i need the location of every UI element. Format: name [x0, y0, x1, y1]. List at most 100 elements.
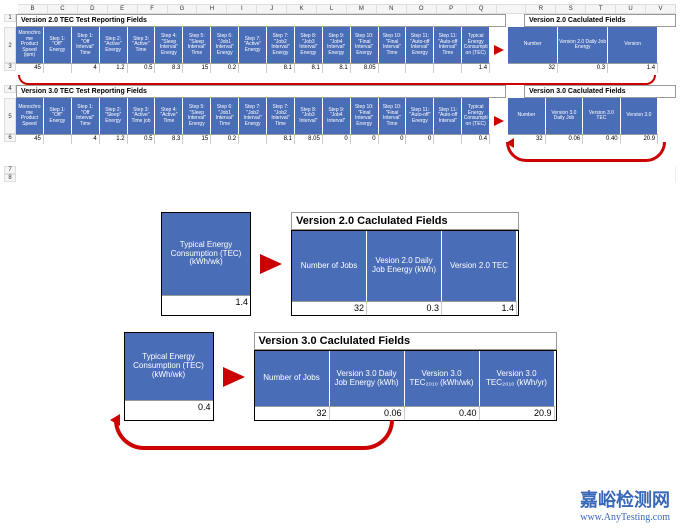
column-header: Step 3: "Active" Time: [128, 27, 156, 63]
cell-value: [434, 63, 462, 73]
column-header: Number: [508, 98, 546, 134]
column-header: Step 10: "Final Interval" Energy: [351, 98, 379, 134]
row-number: 2: [4, 27, 16, 63]
cell-value: 1.4: [608, 63, 658, 73]
cell-value: 0.5: [128, 134, 156, 144]
row-number: 7: [4, 166, 16, 174]
row-number: 5: [4, 98, 16, 134]
cell-value: 32: [508, 63, 558, 73]
v2-tec-value: 1.4: [162, 295, 250, 309]
column-header: Step 4: "Active" Time: [155, 98, 183, 134]
cell-value: 8.05: [351, 63, 379, 73]
v3-tec-label: Typical Energy Consumption (TEC) (kWh/wk…: [125, 333, 213, 400]
v2-calc-table-zoom: Number of JobsVesion 2.0 Daily Job Energ…: [291, 230, 519, 316]
row-number: 6: [4, 134, 16, 142]
cell-value: 1.2: [100, 134, 128, 144]
column-header: Vesion 2.0 Daily Job Energy (kWh): [367, 231, 442, 301]
cell-value: 0: [351, 134, 379, 144]
cell-value: 8.3: [155, 134, 183, 144]
cell-value: 1.2: [100, 63, 128, 73]
cell-value: 15: [183, 134, 211, 144]
v2-calc-title-zoom: Version 2.0 Caclulated Fields: [291, 212, 519, 230]
row-number: 8: [4, 174, 16, 182]
v3-reporting-table: Monochrome Product SpeedStep 1: "Off" En…: [16, 98, 490, 144]
bracket-connector-icon: [18, 75, 656, 85]
cell-value: 0.2: [211, 63, 239, 73]
column-header: Step 7: "Job2 Interval" Time: [267, 98, 295, 134]
column-header: Typical Energy Consumption (TEC): [462, 27, 490, 63]
cell-value: 0.3: [367, 301, 442, 315]
column-header: Step 11: "Auto-off Interval" Energy: [406, 27, 434, 63]
column-header: Step 6: "Job1 Interval" Time: [211, 98, 239, 134]
watermark-en: www.AnyTesting.com: [580, 512, 670, 523]
cell-value: 0: [323, 134, 351, 144]
cell-value: 32: [292, 301, 367, 315]
v2-tec-label: Typical Energy Consumption (TEC) (kWh/wk…: [162, 213, 250, 295]
row-number: 4: [4, 85, 16, 93]
curve-arrow-icon: [114, 420, 394, 450]
cell-value: [379, 63, 407, 73]
arrow-right-icon: [490, 27, 508, 73]
column-header: Typical Energy Consumption (TEC): [462, 98, 490, 134]
column-header: Step 10: "Final Interval" Time: [379, 27, 407, 63]
v2-reporting-table: Monochrome Product Speed (ipm)Step 1: "O…: [16, 27, 490, 73]
cell-value: 0: [379, 134, 407, 144]
column-header: Monochrome Product Speed (ipm): [16, 27, 44, 63]
cell-value: [239, 63, 267, 73]
v2-zoom-section: Typical Energy Consumption (TEC) (kWh/wk…: [4, 212, 676, 316]
cell-value: 32: [255, 406, 330, 420]
v3-tec-box: Typical Energy Consumption (TEC) (kWh/wk…: [124, 332, 214, 421]
v3-calc-title-zoom: Version 3.0 Caclulated Fields: [254, 332, 557, 350]
cell-value: [239, 134, 267, 144]
column-header: Step 2: "Active" Energy: [100, 27, 128, 63]
cell-value: 0.2: [211, 134, 239, 144]
column-header: Step 3: "Active" Time job: [128, 98, 156, 134]
column-header: Step 6: "Job1 Interval" Energy: [211, 27, 239, 63]
column-header: Number of Jobs: [292, 231, 367, 301]
row-number: 3: [4, 63, 16, 71]
v3-calc-table: NumberVersion 3.0 Daily JobVersion 3.0 T…: [508, 98, 676, 144]
column-header: Monochrome Product Speed: [16, 98, 44, 134]
spreadsheet-column-headers: BCDEFGHIJKLMNOPQRSTUV: [18, 4, 676, 14]
cell-value: 8.3: [155, 63, 183, 73]
cell-value: [44, 134, 72, 144]
column-header: Version: [608, 27, 658, 63]
cell-value: [44, 63, 72, 73]
cell-value: 15: [183, 63, 211, 73]
v3-reporting-title: Version 3.0 TEC Test Reporting Fields: [16, 85, 506, 98]
v2-reporting-title: Version 2.0 TEC Test Reporting Fields: [16, 14, 506, 27]
column-header: Version 3.0 Daily Job: [546, 98, 584, 134]
column-header: Step 8: "Job3 Interval": [295, 98, 323, 134]
cell-value: 8.05: [295, 134, 323, 144]
column-header: Step 9: "Job4 Interval": [323, 98, 351, 134]
cell-value: 4: [72, 134, 100, 144]
cell-value: 0.06: [330, 406, 405, 420]
v2-tec-box: Typical Energy Consumption (TEC) (kWh/wk…: [161, 212, 251, 316]
column-header: Step 10: "Final Interval" Time: [379, 98, 407, 134]
cell-value: 20.9: [480, 406, 555, 420]
v3-calc-table-zoom: Number of JobsVersion 3.0 Daily Job Ener…: [254, 350, 557, 421]
column-header: Version 3.0: [621, 98, 659, 134]
column-header: Step 11: "Auto-off Interval": [434, 98, 462, 134]
cell-value: 1.4: [462, 63, 490, 73]
cell-value: 8.1: [267, 63, 295, 73]
column-header: Version 2.0 TEC: [442, 231, 517, 301]
column-header: Step 1: "Off Interval" Time: [72, 98, 100, 134]
cell-value: 0.4: [462, 134, 490, 144]
cell-value: 45: [16, 134, 44, 144]
cell-value: 0.5: [128, 63, 156, 73]
row-number: 1: [4, 14, 16, 22]
cell-value: 8.1: [295, 63, 323, 73]
arrow-right-icon: [251, 212, 291, 316]
column-header: Step 11: "Auto-off Interval" Time: [434, 27, 462, 63]
column-header: Step 11: "Auto-off" Energy: [406, 98, 434, 134]
column-header: Number: [508, 27, 558, 63]
cell-value: 8.1: [267, 134, 295, 144]
cell-value: [406, 63, 434, 73]
column-header: Version 3.0 TEC₂₀₁₀ (kWh/yr): [480, 351, 555, 406]
cell-value: 4: [72, 63, 100, 73]
cell-value: [434, 134, 462, 144]
v3-zoom-section: Typical Energy Consumption (TEC) (kWh/wk…: [4, 332, 676, 421]
column-header: Version 2.0 Daily Job Energy: [558, 27, 608, 63]
column-header: Step 4: "Sleep Interval" Energy: [155, 27, 183, 63]
